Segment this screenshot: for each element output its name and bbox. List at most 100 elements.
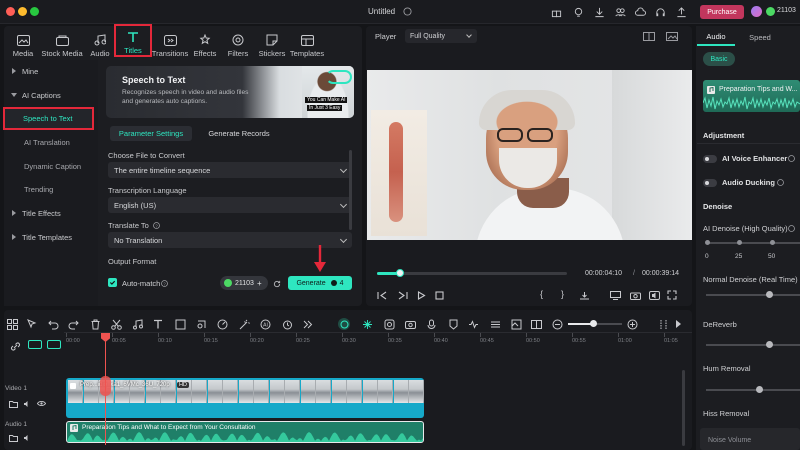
audio-music-icon[interactable] <box>131 318 143 330</box>
tab-parameter-settings[interactable]: Parameter Settings <box>110 126 192 141</box>
credits-pill[interactable]: 21103 + <box>220 276 268 290</box>
panel-expand-icon[interactable] <box>676 320 681 328</box>
more-options-icon[interactable] <box>578 290 590 300</box>
auto-reframe-icon[interactable] <box>383 318 395 330</box>
more-tools-icon[interactable] <box>301 318 313 330</box>
sidebar-item-dynamic-caption[interactable]: Dynamic Caption <box>8 156 94 176</box>
sidebar-item-trending[interactable]: Trending <box>8 179 94 199</box>
tab-stock-media[interactable]: Stock Media <box>40 26 84 58</box>
language-select[interactable]: English (US) <box>108 197 352 213</box>
snapshot-icon[interactable] <box>510 318 522 330</box>
speed-icon[interactable] <box>216 318 228 330</box>
help-icon[interactable] <box>787 224 795 232</box>
slider-handle[interactable] <box>756 386 763 393</box>
redo-icon[interactable] <box>67 318 79 330</box>
ai-tools-icon[interactable] <box>361 318 373 330</box>
refresh-icon[interactable] <box>272 279 281 288</box>
stop-icon[interactable] <box>434 290 444 300</box>
timeline-scrollbar[interactable] <box>682 370 685 446</box>
tab-templates[interactable]: Templates <box>286 26 328 58</box>
cloud-upload-icon[interactable] <box>634 6 646 18</box>
mark-out-icon[interactable]: } <box>561 289 564 299</box>
ai-audio-icon[interactable] <box>467 318 479 330</box>
tab-titles[interactable]: Titles <box>114 24 152 57</box>
select-tool-icon[interactable] <box>26 318 38 330</box>
link-icon[interactable] <box>9 340 21 352</box>
player-progress-handle[interactable] <box>395 269 404 277</box>
track-manager-icon[interactable] <box>489 318 501 330</box>
ai-denoise-slider[interactable] <box>706 242 800 244</box>
sidebar-item-ai-translation[interactable]: AI Translation <box>8 132 94 152</box>
tab-media[interactable]: Media <box>2 26 44 58</box>
previous-frame-icon[interactable] <box>376 290 388 300</box>
mute-icon[interactable] <box>23 433 32 442</box>
marker-icon[interactable] <box>447 318 459 330</box>
eye-icon[interactable] <box>37 399 46 408</box>
voice-enhancer-toggle[interactable] <box>703 155 717 163</box>
add-video-track-icon[interactable] <box>28 340 42 349</box>
split-view-icon[interactable] <box>530 318 542 330</box>
grid-layout-icon[interactable] <box>6 318 18 330</box>
timeline-settings-icon[interactable] <box>657 318 669 330</box>
tab-generate-records[interactable]: Generate Records <box>198 126 280 141</box>
ai-edit-icon[interactable]: AI <box>259 318 271 330</box>
undo-icon[interactable] <box>47 318 59 330</box>
community-icon[interactable] <box>614 6 626 18</box>
add-audio-track-icon[interactable] <box>47 340 61 349</box>
headset-icon[interactable] <box>654 6 666 18</box>
dereverb-slider[interactable] <box>706 344 800 346</box>
help-icon[interactable]: ? <box>152 221 160 229</box>
player-progress-track[interactable] <box>377 272 567 275</box>
volume-icon[interactable] <box>648 290 660 300</box>
automatch-checkbox[interactable] <box>108 278 117 287</box>
tab-transitions[interactable]: Transitions <box>150 26 190 58</box>
voiceover-icon[interactable] <box>425 318 437 330</box>
help-icon[interactable] <box>776 178 784 186</box>
monitor-icon[interactable] <box>609 290 621 300</box>
download-icon[interactable] <box>593 6 605 18</box>
playhead-marker[interactable] <box>100 376 111 396</box>
slider-handle[interactable] <box>766 341 773 348</box>
check-circle-icon[interactable] <box>402 6 412 16</box>
form-scrollbar[interactable] <box>349 150 352 230</box>
ai-magic-icon[interactable] <box>238 318 250 330</box>
folder-icon[interactable] <box>9 433 18 442</box>
zoom-out-icon[interactable] <box>551 318 563 330</box>
zoom-slider-handle[interactable] <box>590 320 597 327</box>
sidebar-item-mine[interactable]: Mine <box>8 61 94 81</box>
quality-select[interactable]: Full Quality <box>405 29 477 43</box>
mute-icon[interactable] <box>23 399 32 408</box>
generate-button[interactable]: Generate 4 <box>288 276 352 290</box>
gift-icon[interactable] <box>550 6 562 18</box>
snapshot-image-icon[interactable] <box>666 31 678 41</box>
file-select[interactable]: The entire timeline sequence <box>108 162 352 178</box>
fullscreen-icon[interactable] <box>666 290 678 300</box>
purchase-button[interactable]: Purchase <box>700 5 744 19</box>
play-icon[interactable] <box>416 290 426 300</box>
split-scissors-icon[interactable] <box>110 318 122 330</box>
help-icon[interactable] <box>787 154 795 162</box>
basic-button[interactable]: Basic <box>703 52 735 66</box>
minimize-window-button[interactable] <box>18 7 27 16</box>
hum-removal-slider[interactable] <box>706 389 800 391</box>
normal-denoise-slider[interactable] <box>706 294 800 296</box>
sidebar-item-title-effects[interactable]: Title Effects <box>8 203 94 223</box>
tab-speed[interactable]: Speed <box>740 28 780 46</box>
crop-icon[interactable] <box>174 318 186 330</box>
slider-handle[interactable] <box>766 291 773 298</box>
audio-ducking-toggle[interactable] <box>703 179 717 187</box>
text-tool-icon[interactable] <box>152 318 164 330</box>
camera-icon[interactable] <box>629 290 641 300</box>
video-preview[interactable] <box>367 70 692 240</box>
export-icon[interactable] <box>675 6 687 18</box>
lightbulb-icon[interactable] <box>572 6 584 18</box>
compare-view-icon[interactable] <box>643 31 655 41</box>
color-match-icon[interactable] <box>195 318 207 330</box>
tab-audio-properties[interactable]: Audio <box>697 28 735 46</box>
zoom-in-icon[interactable] <box>626 318 638 330</box>
zoom-window-button[interactable] <box>30 7 39 16</box>
sidebar-item-ai-captions[interactable]: AI Captions <box>8 85 94 105</box>
help-icon[interactable]: ? <box>160 279 168 287</box>
sidebar-item-title-templates[interactable]: Title Templates <box>8 227 94 247</box>
record-icon[interactable] <box>404 318 416 330</box>
